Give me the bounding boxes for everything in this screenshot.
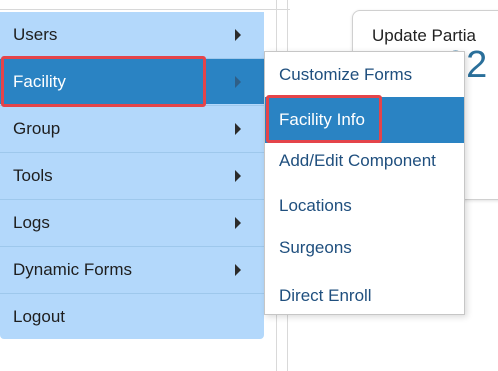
menu-item-dynamic-forms[interactable]: Dynamic Forms (0, 246, 264, 292)
submenu-item-locations[interactable]: Locations (265, 183, 464, 229)
menu-item-logs[interactable]: Logs (0, 199, 264, 245)
chevron-right-icon (235, 122, 241, 135)
chevron-right-icon (235, 263, 241, 276)
menu-item-users[interactable]: Users (0, 12, 264, 58)
submenu-item-customize-forms[interactable]: Customize Forms (265, 52, 464, 98)
submenu-item-label: Add/Edit Component (279, 151, 436, 170)
submenu-item-label: Surgeons (279, 238, 352, 257)
menu-item-label: Tools (13, 165, 53, 185)
submenu-item-label: Customize Forms (279, 65, 413, 84)
menu-item-logout[interactable]: Logout (0, 293, 264, 339)
submenu-item-label: Locations (279, 196, 352, 215)
submenu-item-label: Facility Info (279, 110, 365, 129)
menu-item-facility[interactable]: Facility (0, 58, 264, 104)
submenu-item-facility-info[interactable]: Facility Info (265, 97, 464, 143)
submenu-item-direct-enroll[interactable]: Direct Enroll (265, 273, 464, 319)
top-bar-edge (0, 0, 290, 10)
menu-item-label: Logs (13, 212, 50, 232)
chevron-right-icon (235, 29, 241, 41)
chevron-right-icon (235, 216, 241, 229)
menu-item-label: Group (13, 118, 61, 138)
menu-item-label: Dynamic Forms (13, 259, 133, 279)
submenu-item-add-edit-component[interactable]: Add/Edit Component (265, 138, 464, 184)
menu-item-label: Logout (13, 306, 65, 326)
menu-item-label: Facility (13, 71, 66, 91)
panel-title: Update Partia (372, 26, 476, 45)
screen: Update Partia 02 Users Facility Group To… (0, 0, 498, 371)
menu-item-group[interactable]: Group (0, 105, 264, 151)
chevron-right-icon (235, 169, 241, 182)
main-menu: Users Facility Group Tools Logs Dynamic … (0, 12, 264, 339)
submenu-item-label: Direct Enroll (279, 286, 372, 305)
menu-item-label: Users (13, 25, 58, 44)
chevron-right-icon (235, 75, 241, 88)
submenu-item-surgeons[interactable]: Surgeons (265, 225, 464, 271)
facility-submenu: Customize Forms Facility Info Add/Edit C… (264, 51, 465, 315)
menu-item-tools[interactable]: Tools (0, 152, 264, 198)
